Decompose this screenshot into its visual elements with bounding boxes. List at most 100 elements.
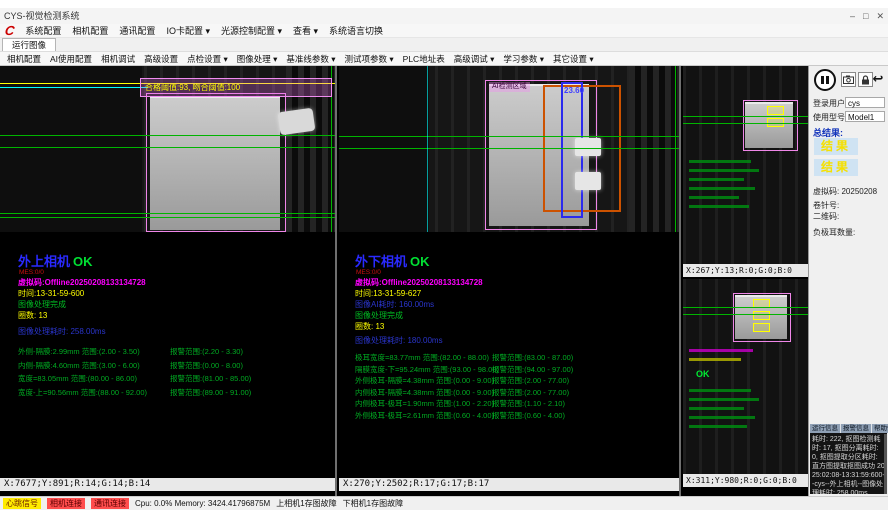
heartbeat-badge: 心跳信号 — [3, 498, 41, 509]
toolbar-advanced-debug[interactable]: 高级调试 ▾ — [454, 53, 495, 65]
toolbar-camera-debug[interactable]: 相机调试 — [101, 53, 135, 65]
camera-icon — [843, 75, 854, 84]
toolbar-test-params[interactable]: 测试项参数 ▾ — [345, 53, 394, 65]
alarm-text: 报警范围:(89.00 - 91.00) — [170, 387, 251, 398]
menu-item-camera-config[interactable]: 相机配置 — [72, 24, 108, 37]
measure-text: 宽度-上=90.56mm 范围:(88.00 - 92.00) — [18, 387, 147, 398]
virtual-barcode: 虚拟码:Offline20250208133134728 — [339, 277, 679, 288]
measure-line-green — [683, 123, 808, 124]
log-panel: 运行信息 报警信息 帮助信息 耗时: 222, 抠图检测耗时: 17, 抠图分离… — [810, 424, 887, 494]
camera-view-outer-lower[interactable]: 23.60 AI检测区域 — [339, 66, 679, 232]
return-arrow-icon: ↩ — [873, 71, 884, 86]
return-arrow-button[interactable]: ↩ — [870, 70, 886, 88]
ai-measure-value: 23.60 — [564, 86, 584, 95]
toolbar-spot-check[interactable]: 点检设置 ▾ — [187, 53, 228, 65]
maximize-button[interactable]: □ — [863, 11, 868, 21]
measure-text: 外侧极耳-隔膜=4.38mm 范围:(0.00 - 9.00) — [355, 375, 494, 386]
mes-status: MES:0/0 — [339, 269, 679, 277]
result-text-row — [689, 160, 751, 163]
model-field[interactable]: Model1 — [845, 111, 885, 122]
measure-line-vertical — [675, 66, 676, 232]
tab-highlight — [575, 172, 601, 190]
ai-region-label: AI检测区域 — [489, 82, 530, 92]
measurement-row: 宽度-上=90.56mm 范围:(88.00 - 92.00) 报警范围:(89… — [0, 387, 335, 401]
toolbar-camera-config[interactable]: 相机配置 — [7, 53, 41, 65]
pause-button[interactable] — [814, 69, 836, 91]
pause-icon — [826, 76, 829, 84]
process-done-text: 图像处理完成 — [0, 299, 335, 310]
measure-line-green — [683, 314, 808, 315]
toolbar-advanced-settings[interactable]: 高级设置 — [144, 53, 178, 65]
menu-item-comm-config[interactable]: 通讯配置 — [119, 24, 155, 37]
result-text-row — [689, 416, 755, 419]
tab-run-image[interactable]: 运行图像 — [2, 38, 56, 51]
toolbar-ai-config[interactable]: AI使用配置 — [50, 53, 92, 65]
camera-result-title: 外上相机OK — [0, 254, 335, 269]
result-badge-upper: 结果 — [814, 138, 858, 155]
turn-count: 圈数: 13 — [339, 321, 679, 332]
process-done-text: 图像处理完成 — [339, 310, 679, 321]
virtual-code-value: 20250208 — [841, 187, 877, 196]
log-tab-help[interactable]: 帮助信息 — [872, 424, 888, 433]
tab-highlight — [575, 138, 601, 156]
measure-line-green — [683, 307, 808, 308]
menu-item-view[interactable]: 查看 ▾ — [293, 24, 318, 37]
camera-snapshot-button[interactable] — [841, 72, 856, 87]
status-bar: 心跳信号 相机连接 通讯连接 Cpu: 0.0% Memory: 3424.41… — [0, 496, 888, 510]
measurement-row: 隔膜宽度-下=95.24mm 范围:(93.00 - 98.00) 报警范围:(… — [339, 364, 679, 376]
log-tab-run[interactable]: 运行信息 — [810, 424, 840, 433]
measurement-row: 外侧-隔膜:2.99mm 范围:(2.00 - 3.50) 报警范围:(2.20… — [0, 346, 335, 360]
menu-item-language-switch[interactable]: 系统语言切换 — [329, 24, 383, 37]
log-scrollbar[interactable] — [884, 434, 887, 494]
measure-text: 内侧极耳-隔膜=4.38mm 范围:(0.00 - 9.00) — [355, 387, 494, 398]
virtual-code-label: 虚拟码: 20250208 — [813, 186, 877, 197]
turn-count: 圈数: 13 — [0, 310, 335, 321]
ok-status: OK — [73, 254, 93, 269]
measurement-row: 内侧极耳-极耳=1.90mm 范围:(1.00 - 2.20) 报警范围:(1.… — [339, 398, 679, 410]
gripper-object — [278, 108, 316, 136]
threshold-label: 合格阈值:93, 吻合阈值:100 — [140, 78, 332, 97]
menu-item-light-config[interactable]: 光源控制配置 ▾ — [221, 24, 282, 37]
ok-status: OK — [696, 369, 710, 379]
measure-line-green — [339, 148, 679, 149]
machine-dark-zone — [339, 66, 429, 232]
upper-camera-error-text: 上相机1存图故障 — [276, 498, 336, 509]
log-tab-alarm[interactable]: 报警信息 — [841, 424, 871, 433]
measurement-row: 内侧极耳-隔膜=4.38mm 范围:(0.00 - 9.00) 报警范围:(2.… — [339, 387, 679, 399]
login-user-field[interactable]: cys — [845, 97, 885, 108]
window-title: CYS-视觉检测系统 — [4, 11, 80, 21]
toolbar-plc-address[interactable]: PLC地址表 — [403, 53, 445, 65]
capture-time: 时间:13-31-59-627 — [339, 288, 679, 299]
camera-view-small-top[interactable] — [683, 66, 808, 264]
result-block: 外下相机OK MES:0/0 虚拟码:Offline20250208133134… — [339, 254, 679, 421]
result-text-row — [689, 398, 759, 401]
menu-item-system-config[interactable]: 系统配置 — [25, 24, 61, 37]
menu-item-io-config[interactable]: IO卡配置 ▾ — [166, 24, 210, 37]
camera-view-outer-upper[interactable]: 合格阈值:93, 吻合阈值:100 — [0, 66, 335, 232]
alarm-text: 报警范围:(0.60 - 4.00) — [492, 410, 565, 421]
measurement-row: 极耳宽度=83.77mm 范围:(82.00 - 88.00) 报警范围:(83… — [339, 352, 679, 364]
measurement-row: 外侧极耳-极耳=2.61mm 范围:(0.60 - 4.00) 报警范围:(0.… — [339, 410, 679, 422]
machine-slot-zone — [629, 66, 679, 232]
overlay-line-cyan — [0, 87, 148, 88]
result-text-row — [689, 349, 753, 352]
toolbar-other-settings[interactable]: 其它设置 ▾ — [553, 53, 594, 65]
toolbar-baseline-params[interactable]: 基准线参数 ▾ — [286, 53, 335, 65]
toolbar-image-processing[interactable]: 图像处理 ▾ — [237, 53, 278, 65]
measurement-row: 内侧-隔膜:4.60mm 范围:(3.00 - 6.00) 报警范围:(0.00… — [0, 360, 335, 374]
camera-view-small-bottom[interactable]: OK — [683, 279, 808, 474]
result-text-row — [689, 169, 759, 172]
alarm-text: 报警范围:(2.20 - 3.30) — [170, 346, 243, 357]
toolbar-learning-params[interactable]: 学习参数 ▾ — [503, 53, 544, 65]
app-window: CYS-视觉检测系统 – □ ✕ C 系统配置 相机配置 通讯配置 IO卡配置 … — [0, 0, 888, 522]
minimize-button[interactable]: – — [850, 11, 855, 21]
login-user-label: 登录用户: — [813, 98, 847, 109]
result-text-row — [689, 205, 749, 208]
measure-text: 外侧-隔膜:2.99mm 范围:(2.00 - 3.50) — [18, 346, 140, 357]
window-controls: – □ ✕ — [850, 8, 884, 24]
title-bar: CYS-视觉检测系统 — [0, 8, 888, 24]
result-text-row — [689, 425, 747, 428]
close-button[interactable]: ✕ — [876, 11, 884, 22]
measure-line-green — [0, 217, 335, 218]
overlay-tag — [753, 323, 770, 332]
